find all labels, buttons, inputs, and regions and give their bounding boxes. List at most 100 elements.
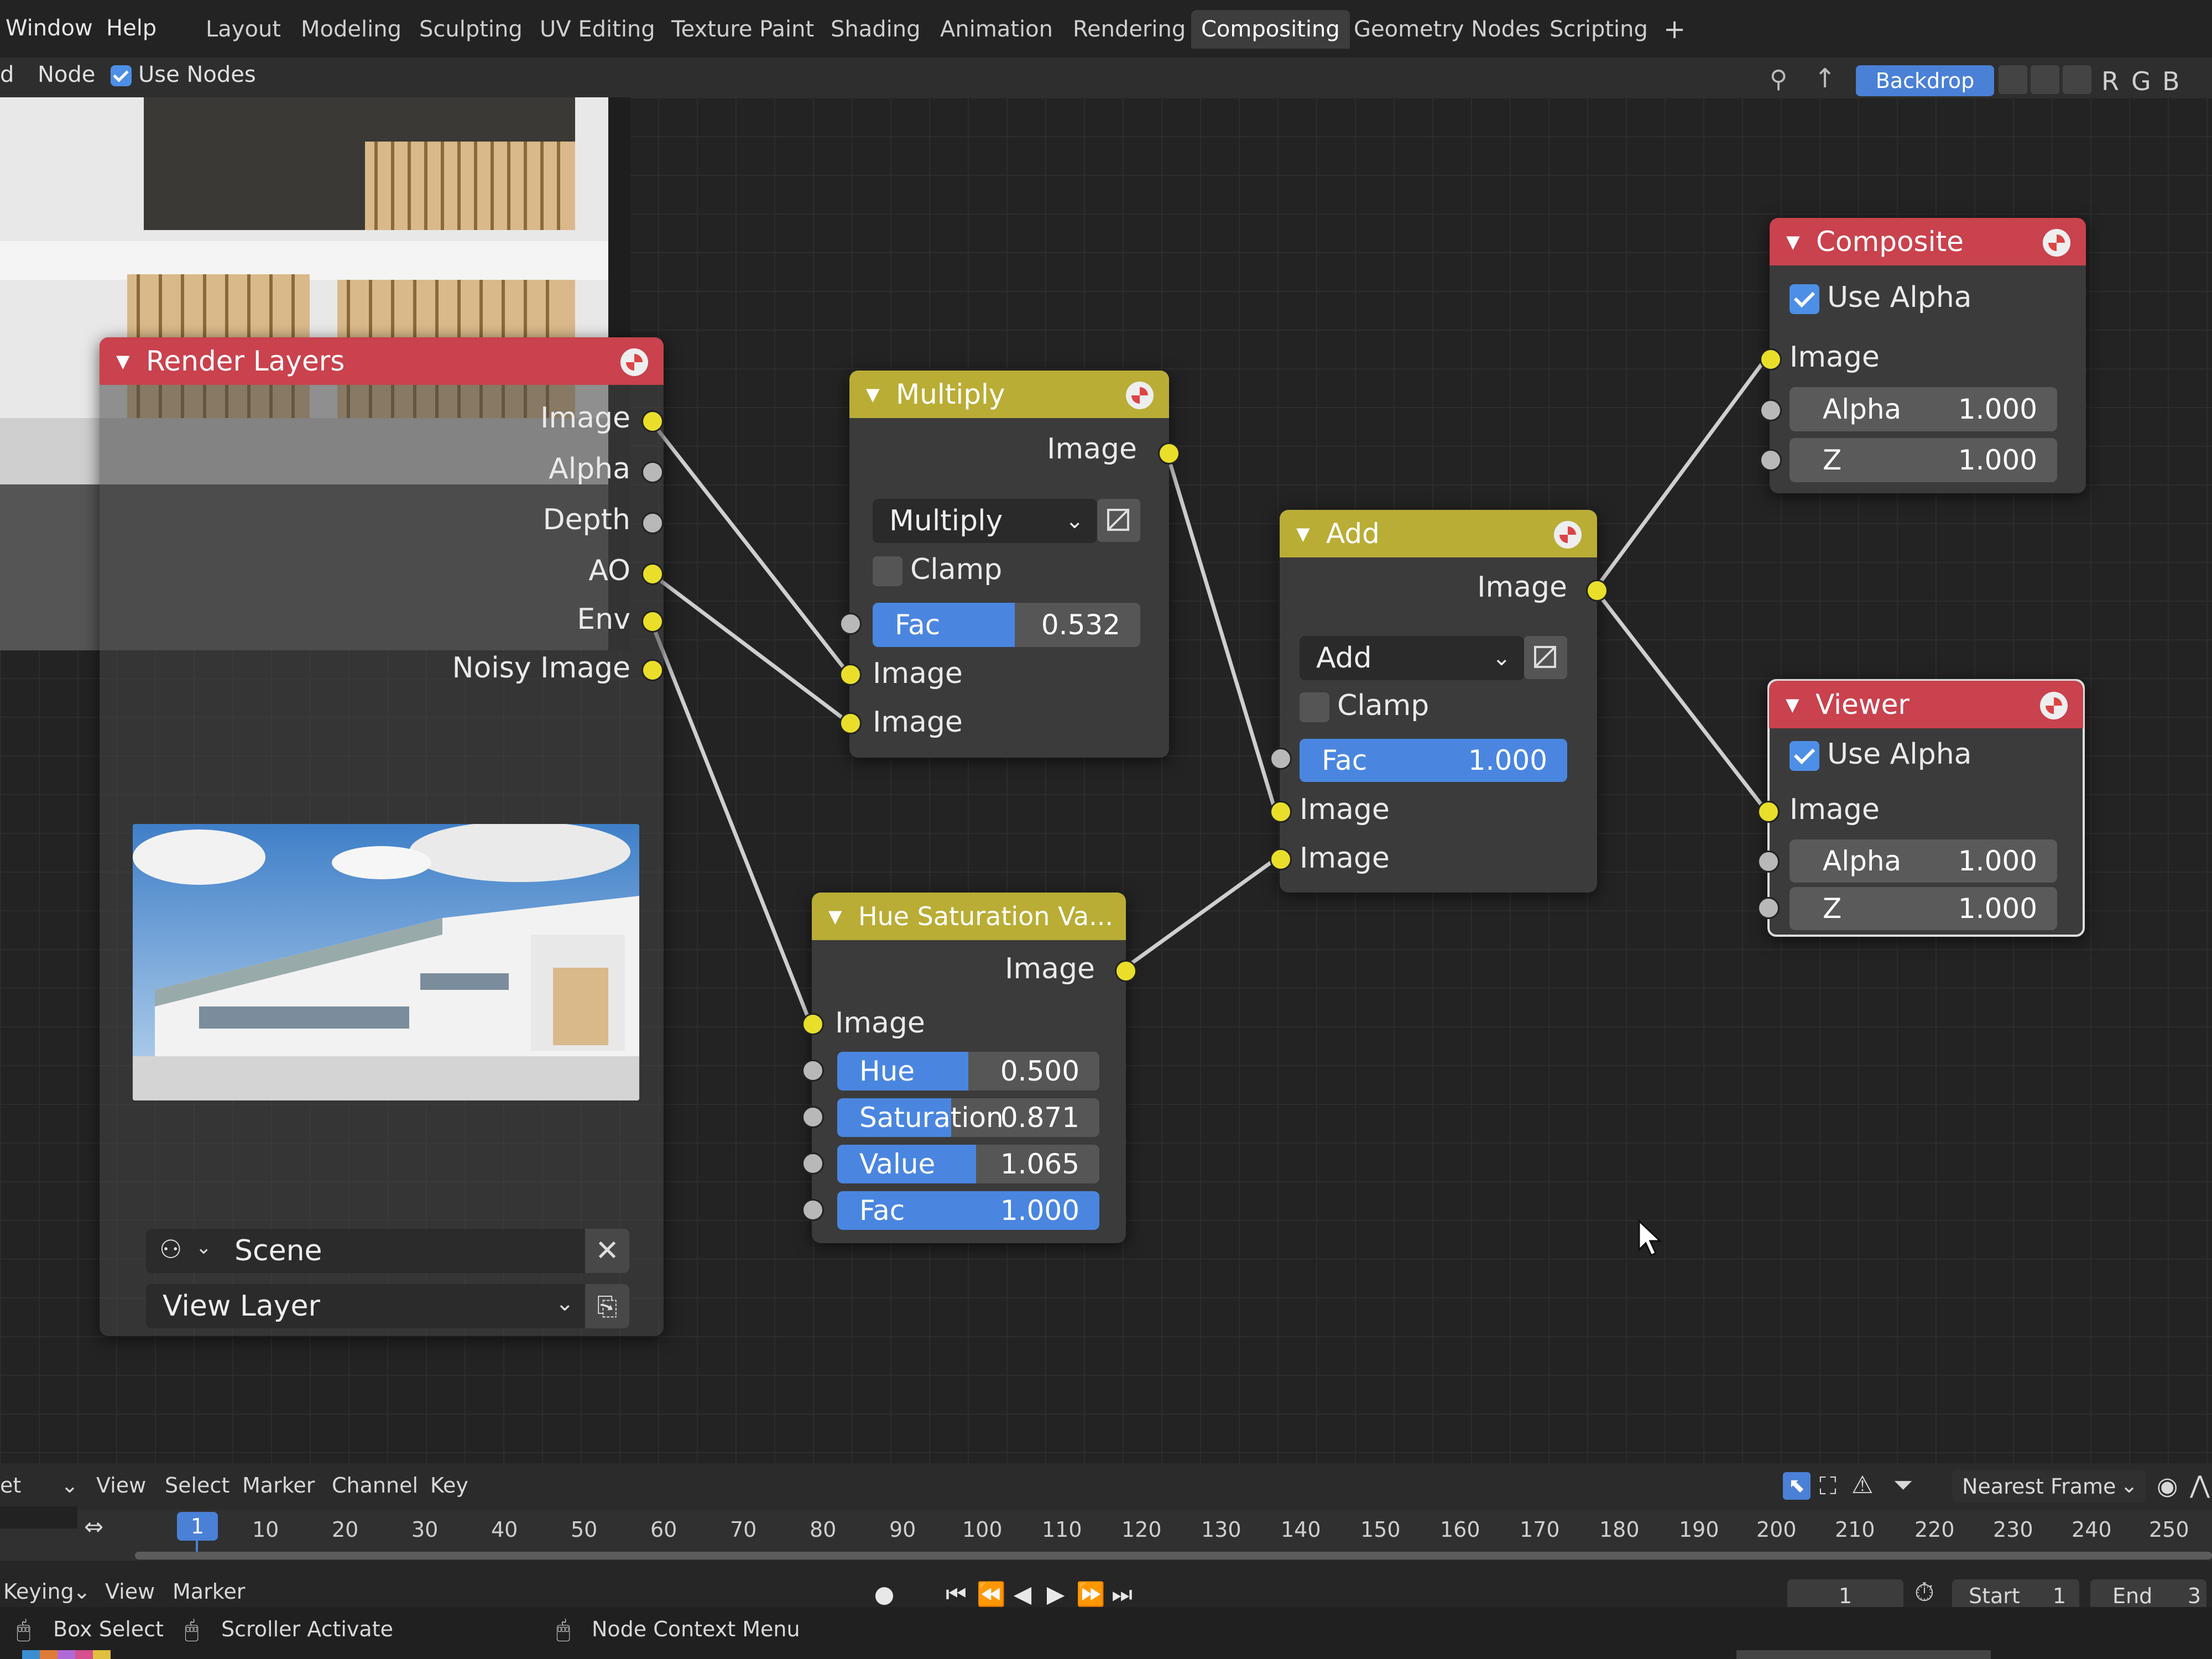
frame-icon[interactable]: ⛶ (1819, 1472, 1837, 1500)
socket-env-out[interactable] (641, 611, 664, 633)
close-icon[interactable]: ✕ (585, 1229, 629, 1273)
z-value: 1.000 (1958, 893, 2037, 925)
chevron-down-icon[interactable]: ⌄ (73, 1579, 91, 1604)
play-icon[interactable]: ▶ (1043, 1582, 1068, 1607)
timeline-scrollbar[interactable] (135, 1552, 2212, 1559)
socket-depth-out[interactable] (641, 512, 664, 534)
socket-image-in-1[interactable] (1270, 801, 1292, 823)
timeline-view-menu[interactable]: View (96, 1473, 146, 1498)
collapse-icon[interactable]: ▼ (1786, 218, 1800, 265)
playback-view-menu[interactable]: View (105, 1579, 155, 1604)
hue-slider[interactable]: Hue 0.500 (837, 1052, 1099, 1091)
collapse-icon[interactable]: ▼ (116, 337, 130, 385)
multiply-header[interactable]: ▼ Multiply (849, 371, 1169, 418)
socket-image-in-2[interactable] (839, 712, 862, 734)
use-alpha-checkbox[interactable] (1790, 284, 1819, 314)
use-alpha-toggle-icon[interactable] (1524, 636, 1567, 679)
socket-image-in-2[interactable] (1270, 848, 1292, 870)
socket-fac-in[interactable] (1270, 748, 1292, 770)
current-frame-indicator[interactable]: 1 (177, 1512, 218, 1541)
render-layers-node[interactable]: ▼ Render Layers Image Alpha Depth AO Env… (100, 337, 664, 1336)
keying-menu[interactable]: Keying (3, 1579, 74, 1604)
blend-type-dropdown[interactable]: Add ⌄ (1300, 636, 1524, 680)
socket-fac-in[interactable] (839, 613, 862, 635)
composite-header[interactable]: ▼ Composite (1770, 218, 2086, 265)
record-icon[interactable]: ● (872, 1582, 897, 1607)
saturation-label: Saturation (859, 1102, 1004, 1134)
timeline-key-menu[interactable]: Key (430, 1473, 468, 1498)
blend-type-dropdown[interactable]: Multiply ⌄ (873, 499, 1097, 543)
timeline-channel-menu[interactable]: Channel (332, 1473, 418, 1498)
collapse-icon[interactable]: ▼ (866, 371, 880, 418)
scene-selector[interactable]: ⚇ ⌄ Scene ✕ (146, 1229, 629, 1273)
composite-node[interactable]: ▼ Composite Use Alpha Image Alpha 1.000 … (1760, 218, 2086, 493)
play-reverse-icon[interactable]: ◀ (1010, 1582, 1035, 1607)
chevron-down-icon: ⌄ (1492, 645, 1511, 671)
stopwatch-icon[interactable]: ⏱ (1914, 1577, 1934, 1608)
render-layer-icon[interactable]: ⎘ (585, 1284, 629, 1328)
viewer-node[interactable]: ▼ Viewer Use Alpha Image Alpha 1.000 Z 1… (1757, 679, 2085, 937)
socket-alpha-out[interactable] (641, 461, 664, 483)
status-progress-track (1736, 1650, 1991, 1659)
scene-name: Scene (234, 1234, 322, 1267)
playback-marker-menu[interactable]: Marker (173, 1579, 245, 1604)
viewer-header[interactable]: ▼ Viewer (1769, 681, 2083, 728)
socket-fac-in[interactable] (802, 1199, 824, 1221)
clamp-checkbox[interactable] (1300, 692, 1329, 722)
collapse-icon[interactable]: ▼ (1296, 510, 1310, 557)
timeline-marker-menu[interactable]: Marker (242, 1473, 315, 1498)
socket-z-in[interactable] (1757, 897, 1780, 919)
swap-arrows-icon[interactable]: ⇔ (84, 1513, 103, 1540)
interpolation-dropdown[interactable]: Nearest Frame ⌄ (1952, 1470, 2146, 1502)
only-selected-icon[interactable]: ⬉ (1783, 1472, 1811, 1500)
fac-slider[interactable]: Fac 0.532 (873, 603, 1140, 647)
saturation-slider[interactable]: Saturation 0.871 (837, 1098, 1099, 1137)
value-slider[interactable]: Value 1.065 (837, 1145, 1099, 1183)
falloff-curve-icon[interactable]: ⋀ (2190, 1471, 2210, 1499)
add-node[interactable]: ▼ Add Image Add ⌄ Clamp Fac 1.000 Image … (1270, 510, 1608, 893)
socket-noisy-image-out[interactable] (641, 659, 664, 681)
jump-end-icon[interactable]: ⏭ (1109, 1582, 1135, 1607)
z-field[interactable]: Z 1.000 (1790, 438, 2057, 482)
socket-image-out[interactable] (1586, 580, 1608, 602)
clamp-checkbox[interactable] (873, 556, 902, 586)
socket-value-in[interactable] (802, 1152, 824, 1175)
hue-saturation-value-node[interactable]: ▼ Hue Saturation Va... Image Image Hue 0… (802, 893, 1137, 1243)
socket-image-out[interactable] (641, 410, 664, 432)
socket-image-in[interactable] (802, 1013, 824, 1035)
socket-ao-out[interactable] (641, 563, 664, 585)
socket-alpha-in[interactable] (1760, 399, 1782, 421)
use-alpha-checkbox[interactable] (1790, 741, 1819, 771)
fac-slider[interactable]: Fac 1.000 (1300, 739, 1567, 782)
jump-keyframe-forward-icon[interactable]: ⏩ (1076, 1582, 1105, 1607)
socket-image-in-1[interactable] (839, 664, 862, 686)
z-field[interactable]: Z 1.000 (1790, 887, 2057, 930)
socket-image-out[interactable] (1158, 442, 1180, 465)
socket-z-in[interactable] (1760, 449, 1782, 471)
socket-image-in[interactable] (1760, 348, 1782, 371)
timeline-select-menu[interactable]: Select (165, 1473, 229, 1498)
proportional-edit-icon[interactable]: ◉ (2157, 1472, 2178, 1500)
view-layer-dropdown[interactable]: View Layer ⌄ ⎘ (146, 1284, 629, 1328)
socket-saturation-in[interactable] (802, 1106, 824, 1128)
jump-keyframe-back-icon[interactable]: ⏪ (977, 1582, 1005, 1607)
socket-alpha-in[interactable] (1757, 851, 1780, 873)
warning-icon[interactable]: ⚠ (1851, 1471, 1873, 1499)
use-alpha-toggle-icon[interactable] (1097, 499, 1140, 542)
socket-image-in[interactable] (1757, 801, 1780, 823)
socket-hue-in[interactable] (802, 1060, 824, 1082)
filter-icon[interactable]: ⏷ (1893, 1471, 1913, 1499)
multiply-node[interactable]: ▼ Multiply Image Multiply ⌄ Clamp Fac 0.… (839, 371, 1180, 758)
fac-slider[interactable]: Fac 1.000 (837, 1191, 1099, 1230)
collapse-icon[interactable]: ▼ (1786, 681, 1799, 728)
hsv-header[interactable]: ▼ Hue Saturation Va... (812, 893, 1126, 940)
alpha-field[interactable]: Alpha 1.000 (1790, 839, 2057, 883)
jump-start-icon[interactable]: ⏮ (943, 1582, 969, 1607)
socket-image-out[interactable] (1115, 960, 1137, 982)
render-layers-header[interactable]: ▼ Render Layers (100, 337, 664, 385)
chevron-down-icon[interactable]: ⌄ (61, 1473, 79, 1498)
add-header[interactable]: ▼ Add (1280, 510, 1597, 557)
alpha-field[interactable]: Alpha 1.000 (1790, 387, 2057, 431)
editor-type-menu[interactable]: et (0, 1473, 21, 1498)
collapse-icon[interactable]: ▼ (828, 893, 842, 940)
